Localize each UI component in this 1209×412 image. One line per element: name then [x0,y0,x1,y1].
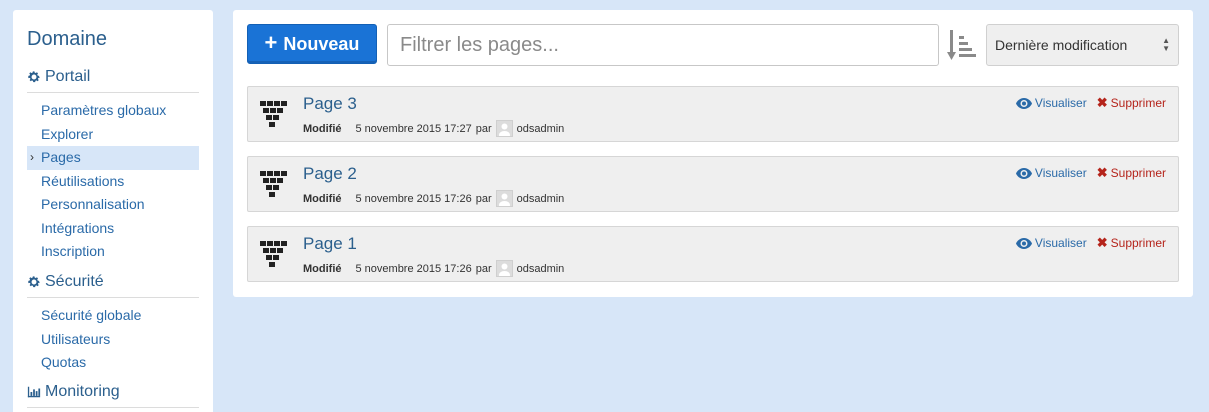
user-silhouette-icon [498,123,510,136]
view-link[interactable]: Visualiser [1015,166,1087,180]
close-icon: ✖ [1096,235,1108,250]
select-arrows-icon: ▲ ▼ [1162,36,1170,53]
sidebar-item-inscription[interactable]: Inscription [27,240,199,264]
portal-logo-icon [260,171,287,197]
view-label: Visualiser [1034,166,1087,180]
delete-link[interactable]: ✖ Supprimer [1097,235,1166,251]
chevron-right-icon: › [30,150,34,164]
sidebar-title: Domaine [27,28,108,50]
page-meta: Modifié 5 novembre 2015 17:26 par odsadm… [303,190,564,207]
gear-icon [28,71,40,83]
portail-menu: Paramètres globaux Explorer › Pages Réut… [27,99,199,264]
view-link[interactable]: Visualiser [1015,236,1087,250]
modified-date: 5 novembre 2015 17:26 [355,262,472,275]
page-meta: Modifié 5 novembre 2015 17:26 par odsadm… [303,260,564,277]
modified-label: Modifié [303,262,342,275]
page-row: Page 3 Modifié 5 novembre 2015 17:27 par… [247,86,1179,142]
avatar [495,190,513,207]
section-label: Portail [45,68,91,85]
new-page-button[interactable]: + Nouveau [247,24,377,64]
modified-label: Modifié [303,122,342,135]
delete-link[interactable]: ✖ Supprimer [1097,165,1166,181]
delete-link[interactable]: ✖ Supprimer [1097,95,1166,111]
author-name: odsadmin [516,122,565,135]
user-silhouette-icon [498,263,510,276]
by-label: par [475,122,492,135]
portal-logo-icon [260,241,287,267]
sort-order-icon[interactable] [947,28,977,62]
eye-icon [1015,167,1032,179]
view-label: Visualiser [1034,236,1087,250]
section-securite: Sécurité [27,273,199,298]
securite-menu: Sécurité globale Utilisateurs Quotas [27,304,199,375]
page-actions: Visualiser ✖ Supprimer [1015,95,1166,111]
page-title-link[interactable]: Page 3 [303,94,357,114]
section-label: Monitoring [45,383,120,400]
filter-input[interactable] [387,24,939,66]
author-name: odsadmin [516,192,565,205]
page-title-link[interactable]: Page 1 [303,234,357,254]
section-label: Sécurité [45,273,104,290]
delete-label: Supprimer [1110,236,1166,250]
plus-icon: + [264,30,278,55]
by-label: par [475,262,492,275]
portal-logo-icon [260,101,287,127]
section-portail: Portail [27,68,199,93]
sort-select[interactable]: Dernière modification ▲ ▼ [986,24,1179,66]
sidebar-item-parametres-globaux[interactable]: Paramètres globaux [27,99,199,123]
sidebar: Domaine Portail Paramètres globaux Explo… [13,10,213,412]
eye-icon [1015,237,1032,249]
modified-date: 5 novembre 2015 17:26 [355,192,472,205]
gear-icon [28,276,40,288]
sidebar-item-securite-globale[interactable]: Sécurité globale [27,304,199,328]
sidebar-item-label: Pages [41,149,81,165]
page-row: Page 2 Modifié 5 novembre 2015 17:26 par… [247,156,1179,212]
modified-label: Modifié [303,192,342,205]
new-button-label: Nouveau [283,33,360,54]
sidebar-item-personnalisation[interactable]: Personnalisation [27,193,199,217]
delete-label: Supprimer [1110,96,1166,110]
section-monitoring: Monitoring [27,383,199,408]
by-label: par [475,192,492,205]
page-actions: Visualiser ✖ Supprimer [1015,165,1166,181]
close-icon: ✖ [1096,165,1108,180]
page-actions: Visualiser ✖ Supprimer [1015,235,1166,251]
delete-label: Supprimer [1110,166,1166,180]
avatar [495,120,513,137]
avatar [495,260,513,277]
view-label: Visualiser [1034,96,1087,110]
close-icon: ✖ [1096,95,1108,110]
sidebar-item-explorer[interactable]: Explorer [27,123,199,147]
page-meta: Modifié 5 novembre 2015 17:27 par odsadm… [303,120,564,137]
page-row: Page 1 Modifié 5 novembre 2015 17:26 par… [247,226,1179,282]
sidebar-item-quotas[interactable]: Quotas [27,351,199,375]
eye-icon [1015,97,1032,109]
modified-date: 5 novembre 2015 17:27 [355,122,472,135]
pages-panel: + Nouveau Dernière modification ▲▼ Page … [233,10,1193,297]
sidebar-item-utilisateurs[interactable]: Utilisateurs [27,328,199,352]
view-link[interactable]: Visualiser [1015,96,1087,110]
author-name: odsadmin [516,262,565,275]
page-title-link[interactable]: Page 2 [303,164,357,184]
sidebar-item-reutilisations[interactable]: Réutilisations [27,170,199,194]
sidebar-item-pages[interactable]: › Pages [27,146,199,170]
bar-chart-icon [27,386,41,398]
sidebar-item-integrations[interactable]: Intégrations [27,217,199,241]
sort-selected-value: Dernière modification [995,37,1128,53]
user-silhouette-icon [498,193,510,206]
